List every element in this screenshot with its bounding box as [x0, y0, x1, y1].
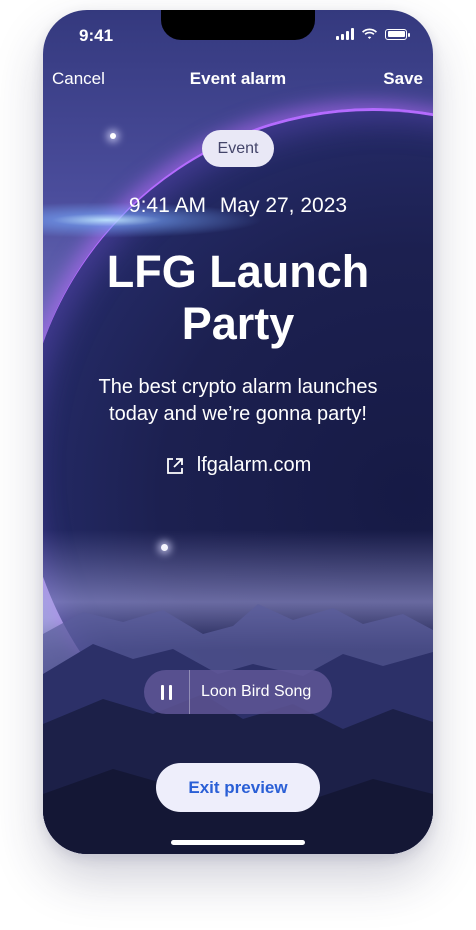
status-time: 9:41 [79, 26, 114, 45]
event-title-line: Party [181, 298, 295, 349]
mountains-illustration [43, 604, 433, 854]
status-icons [336, 28, 410, 40]
battery-icon [385, 28, 410, 40]
event-link-text[interactable]: lfgalarm.com [197, 454, 311, 477]
event-title-line: LFG Launch [106, 246, 370, 297]
song-name: Loon Bird Song [201, 683, 312, 700]
event-description-line: The best crypto alarm launches [98, 376, 378, 398]
notch [161, 10, 315, 40]
event-date: May 27, 2023 [219, 194, 348, 217]
phone-screen: 9:41 Cancel Event alarm Save Event 9:41 … [43, 10, 433, 854]
external-link-icon [166, 457, 183, 474]
cellular-signal-icon [336, 28, 354, 40]
audio-player: Loon Bird Song [144, 670, 332, 714]
exit-preview-button[interactable]: Exit preview [156, 763, 320, 812]
nav-title: Event alarm [189, 69, 287, 88]
event-description-line: today and we’re gonna party! [109, 403, 367, 425]
star [110, 133, 116, 139]
event-title: LFG Launch Party [63, 246, 413, 350]
home-indicator [171, 840, 305, 845]
event-tag: Event [202, 130, 274, 167]
wifi-icon [362, 28, 377, 39]
event-datetime: 9:41 AM May 27, 2023 [43, 194, 433, 218]
event-link[interactable]: lfgalarm.com [43, 454, 433, 477]
event-description: The best crypto alarm launches today and… [78, 374, 398, 428]
event-time: 9:41 AM [128, 194, 206, 217]
save-button[interactable]: Save [383, 69, 423, 89]
pause-icon[interactable] [144, 670, 190, 714]
